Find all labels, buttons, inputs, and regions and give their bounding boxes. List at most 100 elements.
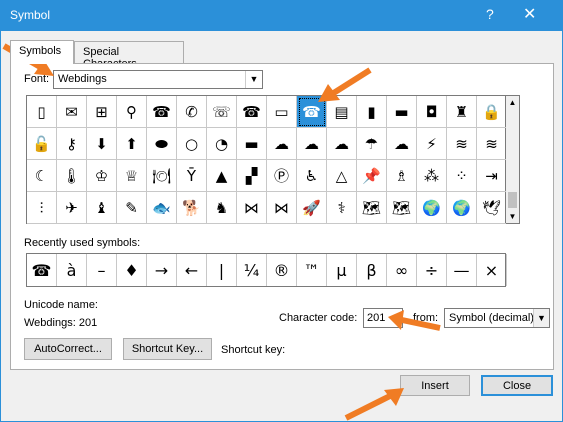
symbol-cell[interactable]: 🐕 (177, 192, 207, 224)
autocorrect-button[interactable]: AutoCorrect... (24, 338, 112, 360)
symbol-cell[interactable]: ♕ (117, 160, 147, 192)
symbol-cell[interactable]: 🕊 (477, 192, 507, 224)
symbol-cell[interactable]: ♿ (297, 160, 327, 192)
symbol-cell[interactable]: 🔓 (27, 128, 57, 160)
recent-symbol-cell[interactable]: µ (327, 254, 357, 286)
scroll-up-icon[interactable]: ▲ (506, 98, 519, 107)
symbol-cell[interactable]: ⋈ (237, 192, 267, 224)
symbol-cell[interactable]: ⋈ (267, 192, 297, 224)
symbol-cell[interactable]: 🗺 (357, 192, 387, 224)
symbol-cell[interactable]: Ⓟ (267, 160, 297, 192)
symbol-cell[interactable]: ▲ (207, 160, 237, 192)
symbol-cell[interactable]: ☎ (147, 96, 177, 128)
scroll-thumb[interactable] (508, 192, 517, 208)
symbol-grid[interactable]: ▯ ✉ ⊞ ⚲ ☎ ✆ ☏ ☎ ▭ ☎ ▤ ▮ ▬ ◘ ♜ 🔒 🔓 ⚷ ⬇ ⬆ ⬬ ○ ◔ ▬ ☁ ☁ ☁ ☂ ☁ ⚡ ≋ ≋ ☾ 🌡 ♔ ♕ 🍽 Ȳ ▲ ▞… (26, 95, 507, 224)
symbol-cell[interactable]: ⬇ (87, 128, 117, 160)
recent-symbol-cell[interactable]: – (87, 254, 117, 286)
annotation-arrow-icon (318, 67, 372, 102)
recent-symbol-cell[interactable]: ™ (297, 254, 327, 286)
symbol-cell[interactable]: 🔒 (477, 96, 507, 128)
symbol-cell[interactable]: 🐟 (147, 192, 177, 224)
symbol-cell[interactable]: ◔ (207, 128, 237, 160)
symbol-cell[interactable]: ♔ (87, 160, 117, 192)
symbol-cell[interactable]: ✎ (117, 192, 147, 224)
symbol-cell[interactable]: ⚕ (327, 192, 357, 224)
symbol-cell[interactable]: ♞ (207, 192, 237, 224)
window-title: Symbol (10, 8, 51, 22)
tab-special-characters[interactable]: Special Characters (74, 41, 184, 70)
symbol-cell[interactable]: 🍽 (147, 160, 177, 192)
close-button[interactable]: Close (481, 375, 553, 396)
symbol-cell[interactable]: ✉ (57, 96, 87, 128)
tab-symbols[interactable]: Symbols (10, 40, 74, 64)
symbol-cell[interactable]: ≋ (477, 128, 507, 160)
scroll-down-icon[interactable]: ▼ (506, 212, 519, 221)
symbol-cell[interactable]: ⇥ (477, 160, 507, 192)
symbol-cell[interactable]: ⚡ (417, 128, 447, 160)
symbol-cell[interactable]: ⚷ (57, 128, 87, 160)
symbol-cell[interactable]: 🌡 (57, 160, 87, 192)
symbol-cell[interactable]: ☁ (387, 128, 417, 160)
recent-symbol-cell[interactable]: → (147, 254, 177, 286)
chevron-down-icon[interactable]: ▼ (245, 71, 262, 88)
symbol-cell[interactable]: ○ (177, 128, 207, 160)
symbol-cell[interactable]: ⫶ (27, 192, 57, 224)
recent-symbol-cell[interactable]: β (357, 254, 387, 286)
symbol-cell[interactable]: ▭ (267, 96, 297, 128)
symbol-cell[interactable]: 🌍 (417, 192, 447, 224)
symbol-cell[interactable]: ⊞ (87, 96, 117, 128)
symbol-cell[interactable]: 🗺 (387, 192, 417, 224)
help-icon[interactable]: ? (486, 6, 494, 22)
symbol-cell[interactable]: ⁘ (447, 160, 477, 192)
symbol-cell[interactable]: ☎ (237, 96, 267, 128)
recently-used-symbols[interactable]: ☎ à – ♦ → ← | ¼ ® ™ µ β ∞ ÷ — × (26, 253, 507, 287)
recent-symbol-cell[interactable]: — (447, 254, 477, 286)
symbol-cell[interactable]: ⬬ (147, 128, 177, 160)
symbol-cell[interactable]: ▬ (387, 96, 417, 128)
symbol-cell[interactable]: ✈ (57, 192, 87, 224)
symbol-cell[interactable]: ⚲ (117, 96, 147, 128)
recently-used-label: Recently used symbols: (24, 237, 141, 249)
symbol-cell[interactable]: 🌍 (447, 192, 477, 224)
symbol-cell[interactable]: 📌 (357, 160, 387, 192)
symbol-cell[interactable]: ⬆ (117, 128, 147, 160)
symbol-cell[interactable]: ≋ (447, 128, 477, 160)
annotation-arrow-icon (344, 388, 404, 421)
symbol-cell[interactable]: ⁂ (417, 160, 447, 192)
symbol-cell[interactable]: ✆ (177, 96, 207, 128)
symbol-cell[interactable]: ♗ (387, 160, 417, 192)
symbol-cell[interactable]: △ (327, 160, 357, 192)
symbol-cell[interactable]: ☁ (297, 128, 327, 160)
recent-symbol-cell[interactable]: ® (267, 254, 297, 286)
symbol-grid-scrollbar[interactable]: ▲ ▼ (506, 95, 520, 224)
recent-symbol-cell[interactable]: ← (177, 254, 207, 286)
symbol-cell[interactable]: ♜ (447, 96, 477, 128)
recent-symbol-cell[interactable]: ÷ (417, 254, 447, 286)
recent-symbol-cell[interactable]: ∞ (387, 254, 417, 286)
chevron-down-icon[interactable]: ▼ (533, 309, 549, 327)
recent-symbol-cell[interactable]: | (207, 254, 237, 286)
symbol-cell[interactable]: ♝ (87, 192, 117, 224)
recent-symbol-cell[interactable]: ♦ (117, 254, 147, 286)
symbol-cell[interactable]: ▞ (237, 160, 267, 192)
symbol-cell[interactable]: ☾ (27, 160, 57, 192)
symbol-cell[interactable]: ◘ (417, 96, 447, 128)
shortcut-key-label: Shortcut key: (221, 344, 286, 356)
recent-symbol-cell[interactable]: ☎ (27, 254, 57, 286)
shortcut-key-button[interactable]: Shortcut Key... (123, 338, 212, 360)
symbol-cell[interactable]: ☂ (357, 128, 387, 160)
font-select[interactable]: Webdings ▼ (53, 70, 263, 89)
recent-symbol-cell[interactable]: ¼ (237, 254, 267, 286)
from-select[interactable]: Symbol (decimal) ▼ (444, 308, 550, 328)
symbol-cell[interactable]: ▯ (27, 96, 57, 128)
close-icon[interactable]: ✕ (523, 4, 536, 24)
symbol-cell[interactable]: ☁ (327, 128, 357, 160)
symbol-cell[interactable]: ▬ (237, 128, 267, 160)
unicode-name-value: Webdings: 201 (24, 317, 98, 329)
symbol-cell[interactable]: ☁ (267, 128, 297, 160)
symbol-cell[interactable]: Ȳ (177, 160, 207, 192)
recent-symbol-cell[interactable]: × (477, 254, 507, 286)
recent-symbol-cell[interactable]: à (57, 254, 87, 286)
symbol-cell[interactable]: ☏ (207, 96, 237, 128)
symbol-cell[interactable]: 🚀 (297, 192, 327, 224)
